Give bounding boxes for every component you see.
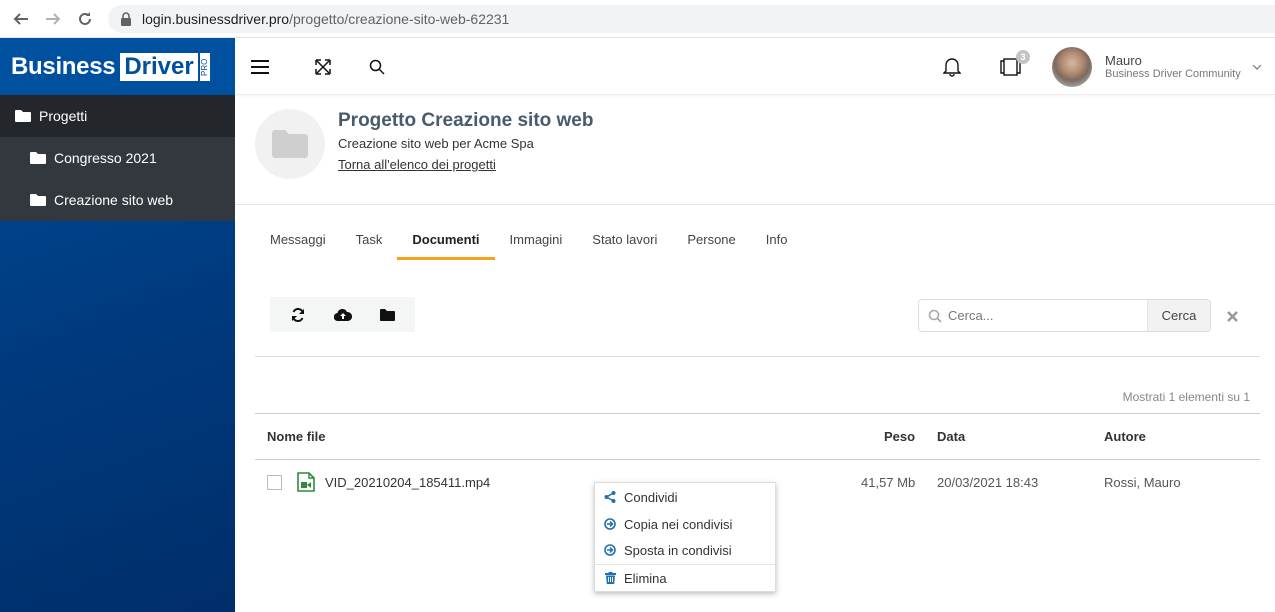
notifications-button[interactable] bbox=[941, 56, 963, 78]
search-icon bbox=[928, 309, 942, 323]
context-menu: Condividi Copia nei condivisi Sposta in … bbox=[594, 482, 776, 592]
sidebar-item-label: Progetti bbox=[39, 108, 88, 124]
column-header-author[interactable]: Autore bbox=[1104, 429, 1146, 444]
workspaces-button[interactable]: 3 bbox=[1000, 50, 1030, 78]
arrow-circle-right-icon bbox=[604, 518, 616, 530]
column-header-date[interactable]: Data bbox=[937, 429, 965, 444]
chevron-down-icon[interactable] bbox=[1252, 62, 1262, 73]
arrow-right-icon bbox=[46, 12, 61, 25]
folder-icon bbox=[15, 110, 31, 122]
menu-item-label: Condividi bbox=[624, 489, 678, 505]
user-avatar[interactable] bbox=[1052, 47, 1092, 87]
address-bar[interactable]: login.businessdriver.pro/progetto/creazi… bbox=[108, 5, 1275, 33]
column-header-size[interactable]: Peso bbox=[884, 429, 915, 444]
search-toggle-button[interactable] bbox=[366, 56, 388, 78]
file-author: Rossi, Mauro bbox=[1104, 475, 1181, 490]
reload-icon bbox=[79, 11, 91, 25]
project-tabs: Messaggi Task Documenti Immagini Stato l… bbox=[255, 226, 802, 260]
hamburger-icon bbox=[251, 60, 269, 74]
refresh-icon bbox=[291, 307, 304, 322]
arrow-circle-right-icon bbox=[604, 544, 616, 556]
folder-icon bbox=[30, 194, 46, 206]
refresh-button[interactable] bbox=[283, 300, 313, 330]
project-avatar bbox=[255, 109, 325, 179]
sidebar-item-progetti[interactable]: Progetti bbox=[0, 95, 235, 137]
lock-icon bbox=[121, 12, 131, 26]
logo-pro: PRO bbox=[199, 52, 212, 81]
menu-item-copia-nei-condivisi[interactable]: Copia nei condivisi bbox=[595, 511, 775, 537]
divider bbox=[255, 356, 1260, 357]
file-name[interactable]: VID_20210204_185411.mp4 bbox=[325, 475, 490, 490]
back-to-projects-link[interactable]: Torna all'elenco dei progetti bbox=[338, 157, 496, 172]
reload-button[interactable] bbox=[74, 8, 96, 30]
divider bbox=[235, 204, 1275, 205]
tab-immagini[interactable]: Immagini bbox=[495, 226, 578, 260]
menu-item-label: Copia nei condivisi bbox=[624, 516, 733, 532]
menu-item-sposta-in-condivisi[interactable]: Sposta in condivisi bbox=[595, 537, 775, 563]
trash-icon bbox=[604, 572, 616, 584]
sidebar-item-label: Congresso 2021 bbox=[54, 150, 157, 166]
tab-documenti[interactable]: Documenti bbox=[397, 226, 495, 260]
notification-badge: 3 bbox=[1016, 50, 1030, 64]
bell-icon bbox=[943, 58, 961, 77]
results-count: Mostrati 1 elementi su 1 bbox=[1122, 390, 1250, 404]
menu-item-condividi[interactable]: Condividi bbox=[595, 484, 775, 510]
menu-item-elimina[interactable]: Elimina bbox=[595, 565, 775, 591]
url-host: login.businessdriver.pro bbox=[142, 11, 290, 27]
logo-word-business: Business bbox=[11, 52, 116, 80]
url-path: /progetto/creazione-sito-web-62231 bbox=[289, 11, 510, 27]
column-header-name[interactable]: Nome file bbox=[267, 429, 326, 444]
search-icon bbox=[369, 59, 385, 75]
file-date: 20/03/2021 18:43 bbox=[937, 475, 1039, 490]
video-file-icon bbox=[297, 472, 315, 497]
sidebar-item-congresso-2021[interactable]: Congresso 2021 bbox=[0, 137, 235, 179]
tab-task[interactable]: Task bbox=[341, 226, 398, 260]
search-field bbox=[919, 300, 1147, 331]
share-icon bbox=[604, 491, 616, 503]
tab-messaggi[interactable]: Messaggi bbox=[255, 226, 341, 260]
tab-info[interactable]: Info bbox=[751, 226, 803, 260]
document-toolbar bbox=[270, 297, 415, 332]
divider bbox=[255, 459, 1260, 460]
arrow-left-icon bbox=[13, 12, 28, 25]
user-organization: Business Driver Community bbox=[1105, 68, 1241, 80]
user-name[interactable]: Mauro bbox=[1105, 53, 1142, 68]
brand-logo[interactable]: Business Driver PRO bbox=[0, 38, 235, 95]
folder-icon bbox=[272, 130, 308, 158]
forward-button[interactable] bbox=[42, 8, 64, 30]
fullscreen-button[interactable] bbox=[312, 56, 334, 78]
search-button[interactable]: Cerca bbox=[1147, 300, 1210, 331]
page-title: Progetto Creazione sito web bbox=[338, 110, 594, 131]
sidebar-item-label: Creazione sito web bbox=[54, 192, 174, 208]
close-icon bbox=[1227, 311, 1238, 322]
search-input[interactable] bbox=[948, 308, 1128, 323]
clear-search-button[interactable] bbox=[1227, 309, 1238, 325]
sidebar: Business Driver PRO Progetti Congresso 2… bbox=[0, 38, 235, 612]
upload-button[interactable] bbox=[328, 300, 358, 330]
sidebar-item-creazione-sito-web[interactable]: Creazione sito web bbox=[0, 179, 235, 221]
top-header: 3 Mauro Business Driver Community bbox=[235, 38, 1275, 95]
expand-icon bbox=[315, 59, 331, 75]
tab-stato-lavori[interactable]: Stato lavori bbox=[577, 226, 672, 260]
browser-bar: login.businessdriver.pro/progetto/creazi… bbox=[0, 0, 1275, 38]
menu-item-label: Sposta in condivisi bbox=[624, 542, 732, 558]
tab-persone[interactable]: Persone bbox=[672, 226, 750, 260]
divider bbox=[255, 413, 1260, 414]
project-subtitle: Creazione sito web per Acme Spa bbox=[338, 136, 534, 151]
menu-item-label: Elimina bbox=[624, 570, 667, 586]
back-button[interactable] bbox=[10, 8, 32, 30]
folder-icon bbox=[380, 308, 395, 321]
cloud-upload-icon bbox=[333, 308, 352, 321]
new-folder-button[interactable] bbox=[373, 300, 403, 330]
menu-toggle-button[interactable] bbox=[249, 56, 271, 78]
file-size: 41,57 Mb bbox=[861, 475, 916, 490]
folder-icon bbox=[30, 152, 46, 164]
row-checkbox[interactable] bbox=[267, 475, 282, 490]
search-box: Cerca bbox=[918, 299, 1211, 332]
logo-word-driver: Driver bbox=[120, 52, 198, 81]
